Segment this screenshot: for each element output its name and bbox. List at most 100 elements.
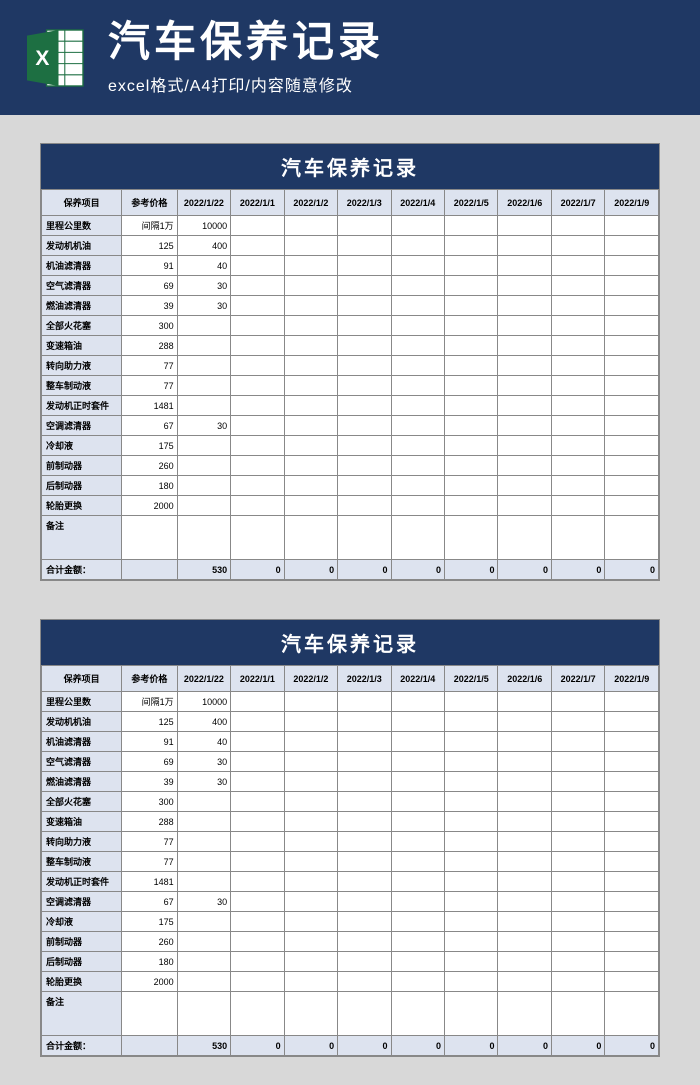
cell-value <box>338 952 391 972</box>
cell-value <box>284 932 337 952</box>
cell-value <box>551 772 604 792</box>
cell-value <box>605 972 659 992</box>
cell-value <box>445 732 498 752</box>
cell-value: 30 <box>177 772 230 792</box>
cell-value <box>605 316 659 336</box>
total-value: 0 <box>338 560 391 580</box>
cell-value <box>177 952 230 972</box>
cell-value <box>498 892 551 912</box>
item-name: 后制动器 <box>42 952 122 972</box>
table-row: 燃油滤清器3930 <box>42 296 659 316</box>
cell-value <box>605 256 659 276</box>
cell-value <box>231 792 284 812</box>
cell-value <box>391 396 444 416</box>
cell-value <box>177 872 230 892</box>
cell-value <box>231 752 284 772</box>
ref-price: 77 <box>122 832 178 852</box>
cell-value <box>551 316 604 336</box>
cell-value <box>284 972 337 992</box>
cell-value <box>445 436 498 456</box>
cell-value <box>391 892 444 912</box>
cell-value <box>445 456 498 476</box>
cell-value <box>231 436 284 456</box>
excel-icon: X <box>20 23 90 93</box>
cell-value <box>177 336 230 356</box>
cell-value <box>177 832 230 852</box>
remark-label: 备注 <box>42 992 122 1036</box>
item-name: 转向助力液 <box>42 832 122 852</box>
table-row: 整车制动液77 <box>42 376 659 396</box>
cell-value <box>391 932 444 952</box>
remark-row: 备注 <box>42 992 659 1036</box>
cell-value: 30 <box>177 276 230 296</box>
cell-value <box>391 296 444 316</box>
cell-value <box>498 296 551 316</box>
item-name: 发动机正时套件 <box>42 396 122 416</box>
cell-value <box>498 256 551 276</box>
cell-value <box>391 792 444 812</box>
cell-value <box>445 892 498 912</box>
cell-value <box>445 296 498 316</box>
spreadsheet-bottom: 汽车保养记录保养项目参考价格2022/1/222022/1/12022/1/22… <box>40 619 660 1057</box>
col-price: 参考价格 <box>122 190 178 216</box>
cell-value <box>338 336 391 356</box>
cell-value <box>445 376 498 396</box>
cell-value <box>284 296 337 316</box>
cell-value <box>284 952 337 972</box>
cell-value <box>551 952 604 972</box>
cell-value <box>338 216 391 236</box>
cell-value <box>391 732 444 752</box>
cell-value <box>177 376 230 396</box>
cell-value <box>338 316 391 336</box>
table-row: 发动机正时套件1481 <box>42 872 659 892</box>
total-value: 0 <box>551 560 604 580</box>
cell-value <box>338 832 391 852</box>
cell-value <box>284 456 337 476</box>
cell-value <box>177 456 230 476</box>
ref-price: 39 <box>122 772 178 792</box>
cell-value <box>231 256 284 276</box>
cell-value <box>391 216 444 236</box>
cell-value <box>231 692 284 712</box>
cell-value <box>551 416 604 436</box>
item-name: 整车制动液 <box>42 852 122 872</box>
cell-value <box>284 476 337 496</box>
cell-value <box>177 912 230 932</box>
ref-price: 288 <box>122 336 178 356</box>
table-row: 整车制动液77 <box>42 852 659 872</box>
cell-value <box>231 952 284 972</box>
table-row: 发动机正时套件1481 <box>42 396 659 416</box>
cell-value <box>445 496 498 516</box>
cell-value <box>445 356 498 376</box>
cell-value <box>498 236 551 256</box>
cell-value <box>391 256 444 276</box>
cell-value <box>391 832 444 852</box>
cell-value <box>284 692 337 712</box>
maintenance-table: 保养项目参考价格2022/1/222022/1/12022/1/22022/1/… <box>41 665 659 1056</box>
cell-value <box>338 396 391 416</box>
ref-price: 77 <box>122 852 178 872</box>
ref-price: 69 <box>122 276 178 296</box>
col-date: 2022/1/3 <box>338 666 391 692</box>
cell-value <box>284 852 337 872</box>
cell-value <box>551 456 604 476</box>
item-name: 轮胎更换 <box>42 496 122 516</box>
cell-value <box>231 476 284 496</box>
table-row: 空调滤清器6730 <box>42 416 659 436</box>
cell-value <box>391 276 444 296</box>
table-row: 全部火花塞300 <box>42 316 659 336</box>
cell-value <box>498 952 551 972</box>
cell-value <box>338 236 391 256</box>
cell-value <box>231 456 284 476</box>
cell-value <box>231 832 284 852</box>
cell-value: 30 <box>177 892 230 912</box>
cell-value <box>445 712 498 732</box>
cell-value <box>605 692 659 712</box>
cell-value <box>338 376 391 396</box>
table-row: 机油滤清器9140 <box>42 732 659 752</box>
col-date: 2022/1/4 <box>391 190 444 216</box>
cell-value <box>605 812 659 832</box>
table-row: 后制动器180 <box>42 476 659 496</box>
cell-value <box>284 436 337 456</box>
ref-price: 2000 <box>122 972 178 992</box>
